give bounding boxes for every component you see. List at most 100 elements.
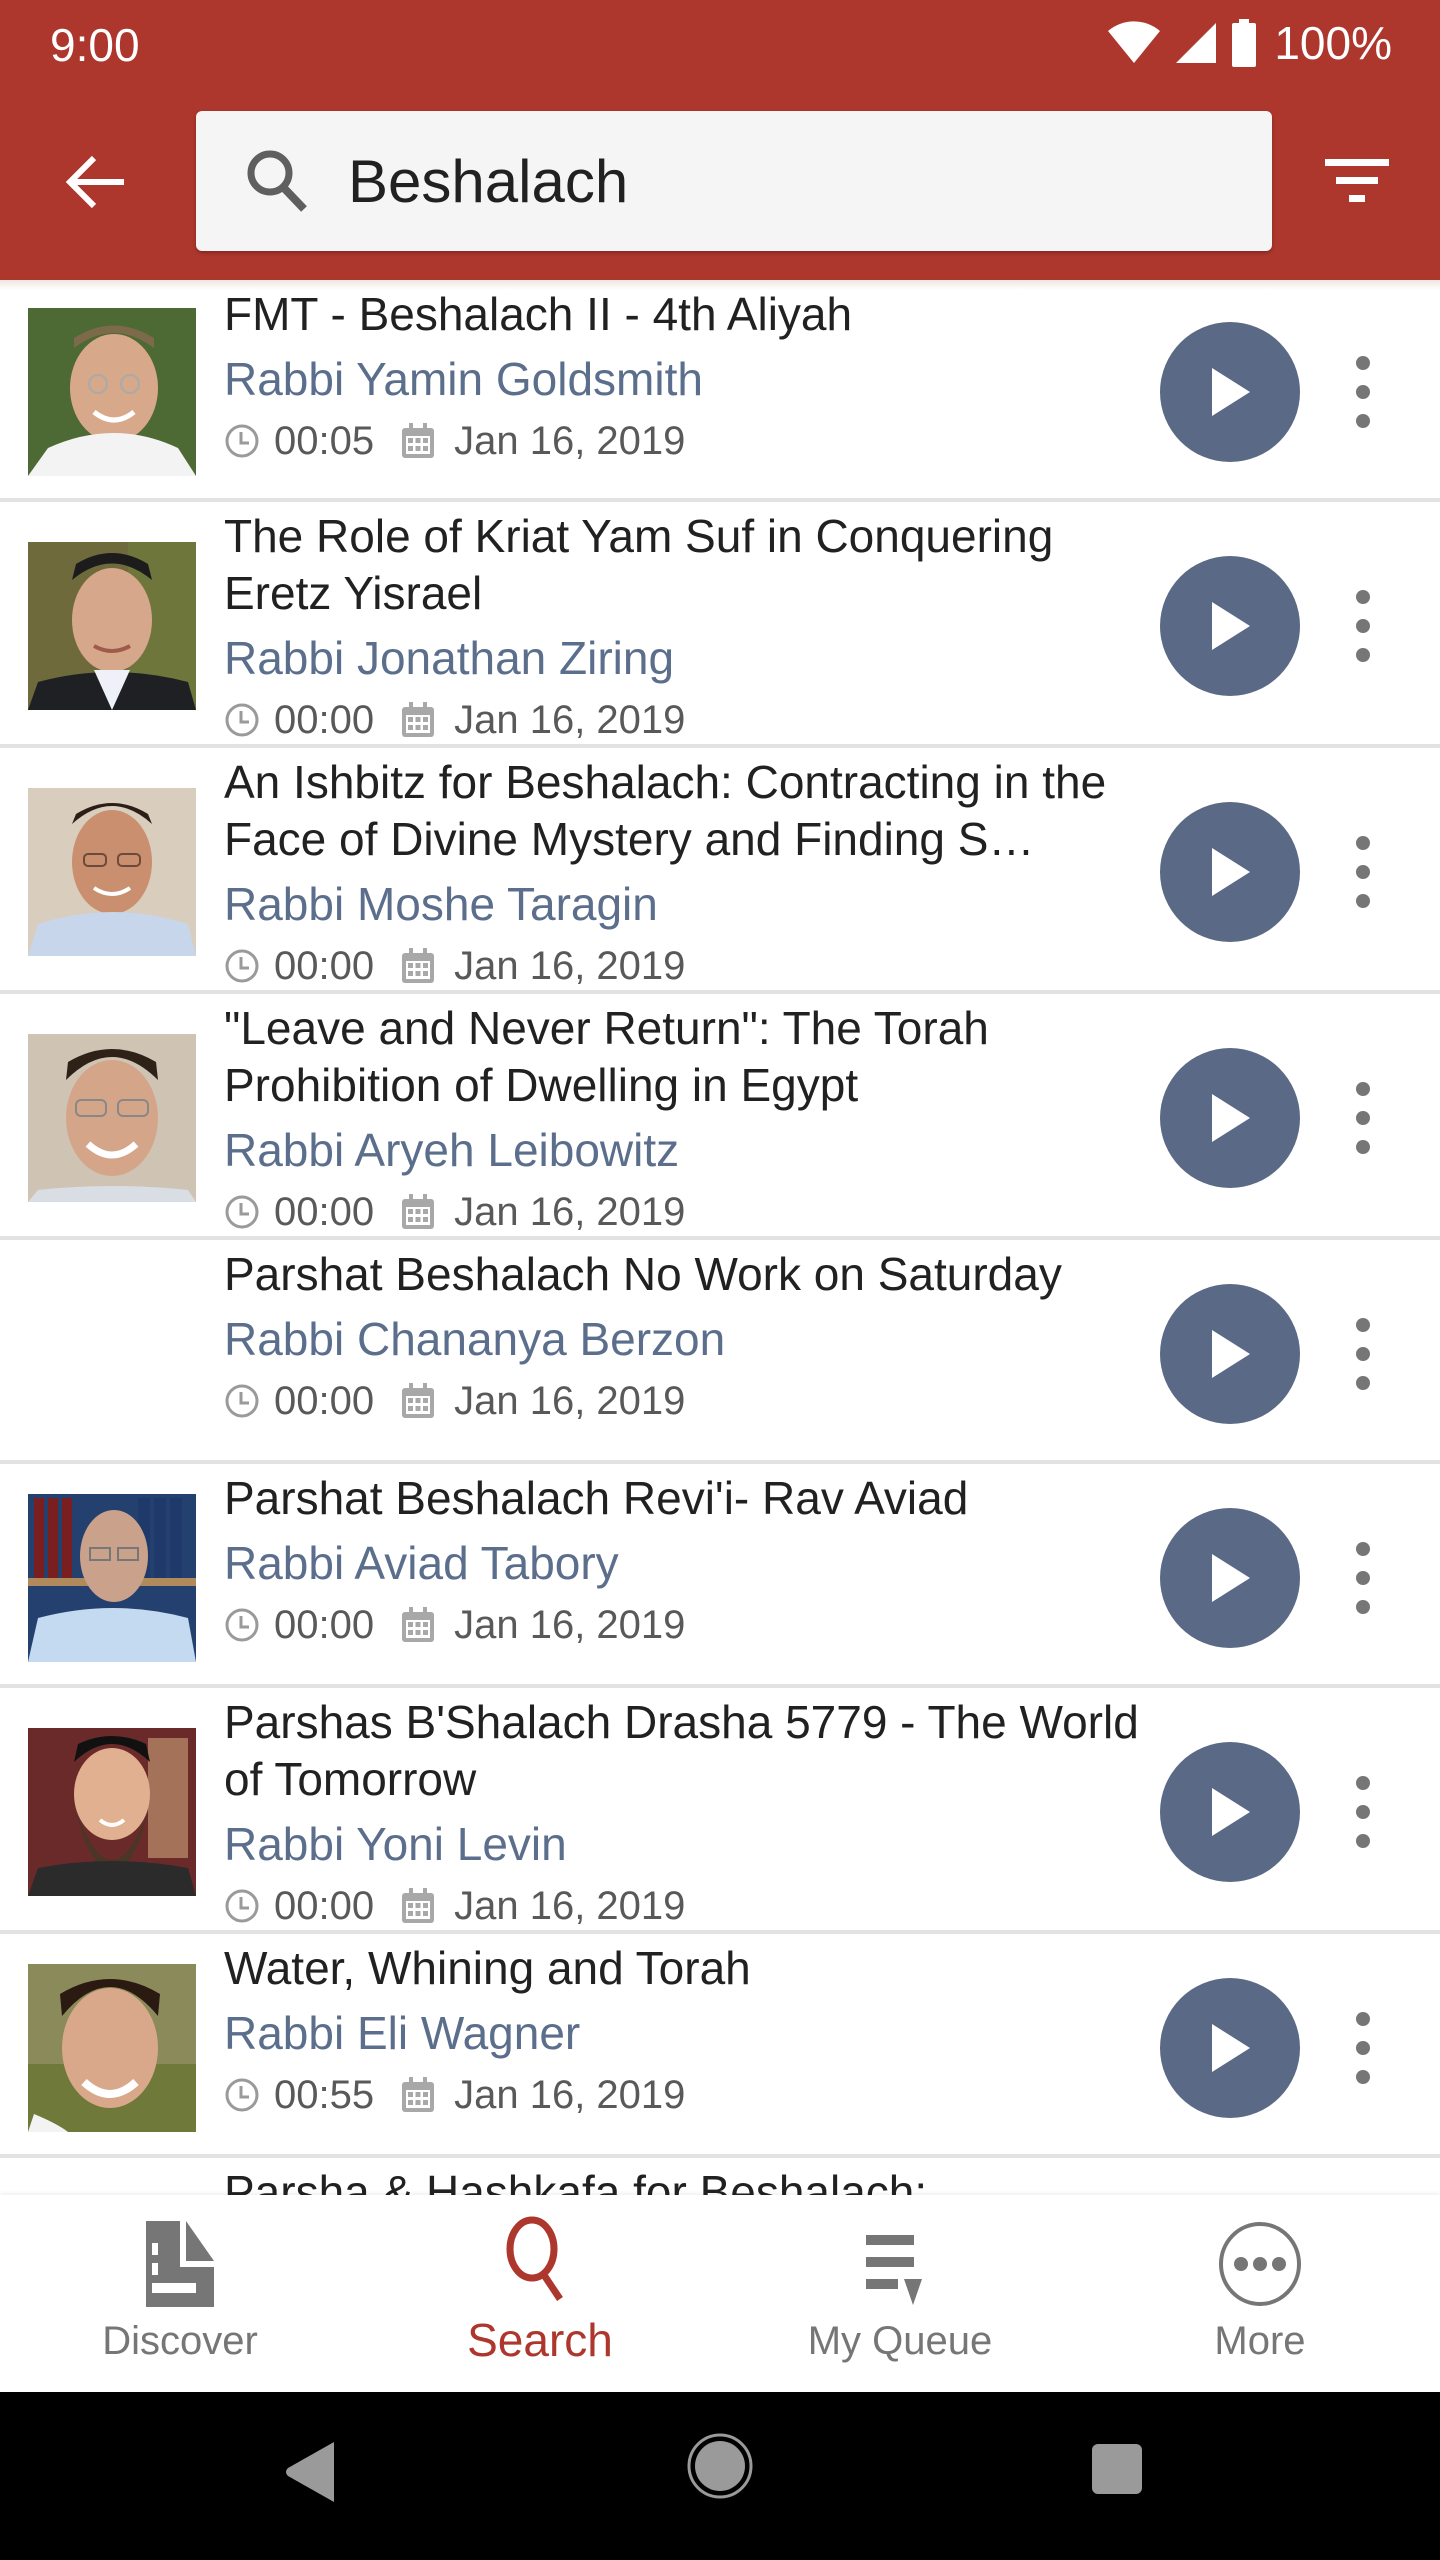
lecture-title[interactable]: FMT - Beshalach II - 4th Aliyah — [224, 286, 1148, 343]
lecture-title[interactable]: Parshas B'Shalach Drasha 5779 - The Worl… — [224, 1694, 1148, 1808]
calendar-icon — [402, 423, 435, 458]
recents-square-icon — [1092, 2444, 1142, 2494]
lecture-meta: 00:00 Jan 16, 2019 — [224, 1373, 1148, 1429]
lecture-meta: 00:00 Jan 16, 2019 — [224, 1597, 1148, 1653]
speaker-thumbnail — [28, 1494, 196, 1662]
result-row[interactable]: Parshas B'Shalach Drasha 5779 - The Worl… — [0, 1688, 1440, 1934]
battery-percentage: 100% — [1274, 17, 1392, 69]
publish-date: Jan 16, 2019 — [454, 418, 686, 463]
result-row[interactable]: Parshat Beshalach Revi'i- Rav Aviad Rabb… — [0, 1464, 1440, 1688]
queue-icon — [866, 2235, 922, 2305]
nav-discover[interactable]: Discover — [0, 2195, 360, 2392]
lecture-title[interactable]: "Leave and Never Return": The Torah Proh… — [224, 1000, 1148, 1114]
system-recents-button[interactable] — [1090, 2442, 1144, 2501]
publish-date: Jan 16, 2019 — [454, 1883, 686, 1928]
publish-date: Jan 16, 2019 — [454, 1602, 686, 1647]
system-back-button[interactable] — [282, 2440, 342, 2509]
clock-icon — [225, 1608, 259, 1642]
play-icon — [1212, 848, 1250, 896]
play-button[interactable] — [1160, 556, 1300, 696]
speaker-name[interactable]: Rabbi Moshe Taragin — [224, 872, 1148, 936]
speaker-name[interactable]: Rabbi Yamin Goldsmith — [224, 347, 1148, 411]
speaker-name[interactable]: Rabbi Aryeh Leibowitz — [224, 1118, 1148, 1182]
result-row[interactable]: Parsha & Hashkafa for Beshalach: — [0, 2158, 1440, 2195]
more-options-button[interactable] — [1340, 352, 1386, 432]
speaker-name[interactable]: Rabbi Aviad Tabory — [224, 1531, 1148, 1595]
filter-button[interactable] — [1312, 152, 1402, 212]
filter-icon — [1325, 159, 1389, 202]
speaker-thumbnail — [28, 542, 196, 710]
lecture-meta: 00:55 Jan 16, 2019 — [224, 2067, 1148, 2123]
search-input[interactable] — [348, 141, 1228, 221]
play-button[interactable] — [1160, 1508, 1300, 1648]
play-icon — [1212, 1094, 1250, 1142]
status-bar: 9:00 100% — [0, 0, 1440, 90]
speaker-thumbnail — [28, 788, 196, 956]
clock-icon — [225, 2078, 259, 2112]
play-button[interactable] — [1160, 1742, 1300, 1882]
more-options-button[interactable] — [1340, 586, 1386, 666]
clock-icon — [225, 424, 259, 458]
play-button[interactable] — [1160, 1284, 1300, 1424]
calendar-icon — [402, 1888, 435, 1923]
search-field[interactable] — [196, 111, 1272, 251]
speaker-thumbnail — [28, 1964, 196, 2132]
duration: 00:00 — [274, 1602, 375, 1647]
speaker-name[interactable]: Rabbi Chananya Berzon — [224, 1307, 1148, 1371]
play-icon — [1212, 368, 1250, 416]
nav-my-queue[interactable]: My Queue — [720, 2195, 1080, 2392]
calendar-icon — [402, 1194, 435, 1229]
duration: 00:05 — [274, 418, 375, 463]
more-options-button[interactable] — [1340, 1314, 1386, 1394]
result-row[interactable]: The Role of Kriat Yam Suf in Conquering … — [0, 502, 1440, 748]
system-nav-bar — [0, 2392, 1440, 2560]
publish-date: Jan 16, 2019 — [454, 2072, 686, 2117]
system-home-button[interactable] — [686, 2432, 754, 2505]
calendar-icon — [402, 948, 435, 983]
lecture-title[interactable]: Parshat Beshalach No Work on Saturday — [224, 1246, 1148, 1303]
play-button[interactable] — [1160, 802, 1300, 942]
cell-signal-icon — [1176, 23, 1217, 63]
lecture-title[interactable]: Parsha & Hashkafa for Beshalach: — [224, 2164, 1148, 2195]
more-options-button[interactable] — [1340, 2008, 1386, 2088]
lecture-title[interactable]: The Role of Kriat Yam Suf in Conquering … — [224, 508, 1148, 622]
speaker-thumbnail — [28, 308, 196, 476]
wifi-icon — [1108, 21, 1161, 63]
more-options-button[interactable] — [1340, 1078, 1386, 1158]
nav-label: More — [1214, 2319, 1306, 2363]
clock-icon — [225, 1889, 259, 1923]
nav-search[interactable]: Search — [360, 2195, 720, 2392]
more-options-button[interactable] — [1340, 832, 1386, 912]
speaker-name[interactable]: Rabbi Jonathan Ziring — [224, 626, 1148, 690]
duration: 00:00 — [274, 1883, 375, 1928]
more-options-button[interactable] — [1340, 1772, 1386, 1852]
play-button[interactable] — [1160, 1978, 1300, 2118]
play-button[interactable] — [1160, 1048, 1300, 1188]
back-button[interactable] — [56, 148, 136, 216]
speaker-name[interactable]: Rabbi Eli Wagner — [224, 2001, 1148, 2065]
speaker-name[interactable]: Rabbi Yoni Levin — [224, 1812, 1148, 1876]
result-row[interactable]: FMT - Beshalach II - 4th Aliyah Rabbi Ya… — [0, 280, 1440, 502]
arrow-left-icon — [65, 155, 124, 209]
nav-label: Discover — [102, 2319, 258, 2363]
duration: 00:00 — [274, 1189, 375, 1234]
lecture-title[interactable]: Water, Whining and Torah — [224, 1940, 1148, 1997]
app-bar: 9:00 100% — [0, 0, 1440, 280]
result-row[interactable]: An Ishbitz for Beshalach: Contracting in… — [0, 748, 1440, 994]
play-button[interactable] — [1160, 322, 1300, 462]
lecture-title[interactable]: An Ishbitz for Beshalach: Contracting in… — [224, 754, 1148, 868]
nav-more[interactable]: More — [1080, 2195, 1440, 2392]
results-list[interactable]: FMT - Beshalach II - 4th Aliyah Rabbi Ya… — [0, 280, 1440, 2195]
play-icon — [1212, 1788, 1250, 1836]
result-row[interactable]: "Leave and Never Return": The Torah Proh… — [0, 994, 1440, 1240]
clock-icon — [225, 1195, 259, 1229]
more-options-button[interactable] — [1340, 1538, 1386, 1618]
duration: 00:00 — [274, 697, 375, 742]
publish-date: Jan 16, 2019 — [454, 1378, 686, 1423]
lecture-meta: 00:00 Jan 16, 2019 — [224, 938, 1148, 994]
result-row[interactable]: Water, Whining and Torah Rabbi Eli Wagne… — [0, 1934, 1440, 2158]
status-time: 9:00 — [50, 19, 140, 71]
status-icons: 100% — [1106, 17, 1392, 69]
result-row[interactable]: Parshat Beshalach No Work on Saturday Ra… — [0, 1240, 1440, 1464]
lecture-title[interactable]: Parshat Beshalach Revi'i- Rav Aviad — [224, 1470, 1148, 1527]
